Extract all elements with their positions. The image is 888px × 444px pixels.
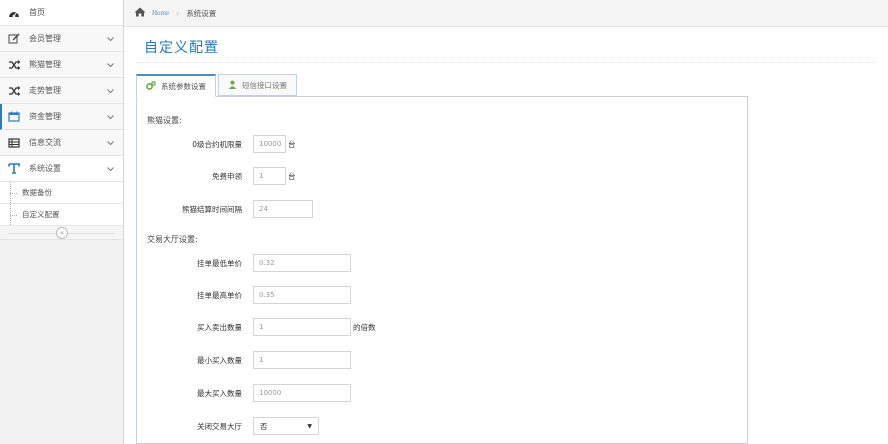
field-label: 最小买入数量 xyxy=(197,355,242,365)
form-row-close-hall: 关闭交易大厅 否 ▼ xyxy=(137,417,319,435)
form-row-min-buy: 最小买入数量 1 xyxy=(137,351,351,369)
sidebar-collapse-bar: « xyxy=(0,226,123,240)
select-value: 否 xyxy=(260,421,268,431)
field-suffix: 台 xyxy=(288,171,296,181)
shuffle-icon xyxy=(7,85,21,97)
sidebar-item-members[interactable]: 会员管理 xyxy=(0,26,123,52)
field-label: 最大买入数量 xyxy=(197,388,242,398)
sidebar-subitem-custom-config[interactable]: 自定义配置 xyxy=(0,204,123,226)
breadcrumb: Home › 系统设置 xyxy=(124,0,888,27)
tab-system-params[interactable]: 系统参数设置 xyxy=(136,74,216,97)
calendar-icon xyxy=(7,111,21,123)
tab-label: 短信接口设置 xyxy=(242,80,287,90)
form-row-max-buy: 最大买入数量 10000 xyxy=(137,384,351,402)
field-label: 挂单最低单价 xyxy=(197,258,242,268)
sidebar-subitem-backup[interactable]: 数据备份 xyxy=(0,182,123,204)
text-icon xyxy=(7,163,21,175)
close-hall-select[interactable]: 否 ▼ xyxy=(253,417,319,435)
chevron-down-icon xyxy=(107,87,114,96)
sidebar-item-trend[interactable]: 走势管理 xyxy=(0,78,123,104)
field-label: 0级合约机限量 xyxy=(192,139,242,149)
sidebar-item-funds[interactable]: 资金管理 xyxy=(0,104,123,130)
form-row-min-price: 挂单最低单价 0.32 xyxy=(137,254,351,272)
chevron-down-icon xyxy=(107,61,114,70)
field-label: 免费申领 xyxy=(212,171,242,181)
tab-sms-interface[interactable]: 短信接口设置 xyxy=(218,74,297,96)
shuffle-icon xyxy=(7,59,21,71)
max-buy-input[interactable]: 10000 xyxy=(253,384,351,402)
user-icon xyxy=(228,80,242,91)
field-suffix: 台 xyxy=(288,139,296,149)
form-row-max-price: 挂单最高单价 0.35 xyxy=(137,286,351,304)
chevron-down-icon xyxy=(107,139,114,148)
trade-quantity-input[interactable]: 1 xyxy=(253,318,351,336)
min-buy-input[interactable]: 1 xyxy=(253,351,351,369)
double-chevron-left-icon: « xyxy=(59,229,65,237)
chevron-down-icon xyxy=(107,113,114,122)
field-label: 熊猫结算时间间隔 xyxy=(182,204,242,214)
breadcrumb-separator-icon: › xyxy=(176,8,180,18)
page-title: 自定义配置 xyxy=(144,40,219,56)
free-claim-input[interactable]: 1 xyxy=(253,167,286,185)
divider xyxy=(136,62,876,63)
max-price-input[interactable]: 0.35 xyxy=(253,286,351,304)
min-price-input[interactable]: 0.32 xyxy=(253,254,351,272)
form-row-level0-limit: 0级合约机限量 10000 台 xyxy=(137,135,296,153)
level0-limit-input[interactable]: 10000 xyxy=(253,135,286,153)
sidebar-item-panda[interactable]: 熊猫管理 xyxy=(0,52,123,78)
field-label: 关闭交易大厅 xyxy=(197,421,242,431)
tab-panel-system-params: 熊猫设置: 0级合约机限量 10000 台 免费申领 1 台 熊猫结算时间间隔 … xyxy=(136,96,748,444)
form-row-settlement-interval: 熊猫结算时间间隔 24 xyxy=(137,200,313,218)
field-label: 买入卖出数量 xyxy=(197,322,242,332)
breadcrumb-current: 系统设置 xyxy=(186,8,217,18)
sidebar-subitem-label: 数据备份 xyxy=(22,188,52,197)
caret-down-icon: ▼ xyxy=(307,422,312,430)
edit-icon xyxy=(7,33,21,45)
settlement-interval-input[interactable]: 24 xyxy=(253,200,313,218)
form-row-trade-quantity: 买入卖出数量 1 的倍数 xyxy=(137,318,376,336)
chevron-down-icon xyxy=(107,165,114,174)
tab-bar: 系统参数设置 短信接口设置 xyxy=(136,74,299,97)
breadcrumb-home-link[interactable]: Home xyxy=(152,9,169,17)
sidebar-subitem-label: 自定义配置 xyxy=(22,210,60,219)
sidebar-item-home[interactable]: 首页 xyxy=(0,0,123,26)
chevron-down-icon xyxy=(107,35,114,44)
tab-label: 系统参数设置 xyxy=(161,81,206,91)
section-title-panda: 熊猫设置: xyxy=(147,116,182,125)
sidebar-item-label: 首页 xyxy=(29,8,45,17)
form-row-free-claim: 免费申领 1 台 xyxy=(137,167,296,185)
sidebar-item-messages[interactable]: 信息交流 xyxy=(0,130,123,156)
collapse-sidebar-button[interactable]: « xyxy=(56,227,68,239)
field-label: 挂单最高单价 xyxy=(197,290,242,300)
field-suffix: 的倍数 xyxy=(353,322,376,332)
home-icon xyxy=(134,7,146,19)
sidebar: 首页 会员管理 熊猫管理 走势管理 资金管理 信息交流 系统设置 数据备份 自定… xyxy=(0,0,124,444)
sidebar-item-settings[interactable]: 系统设置 xyxy=(0,156,123,182)
cogs-icon xyxy=(146,80,161,92)
list-icon xyxy=(7,137,21,149)
dashboard-icon xyxy=(7,7,21,19)
section-title-trade-hall: 交易大厅设置: xyxy=(147,235,198,244)
